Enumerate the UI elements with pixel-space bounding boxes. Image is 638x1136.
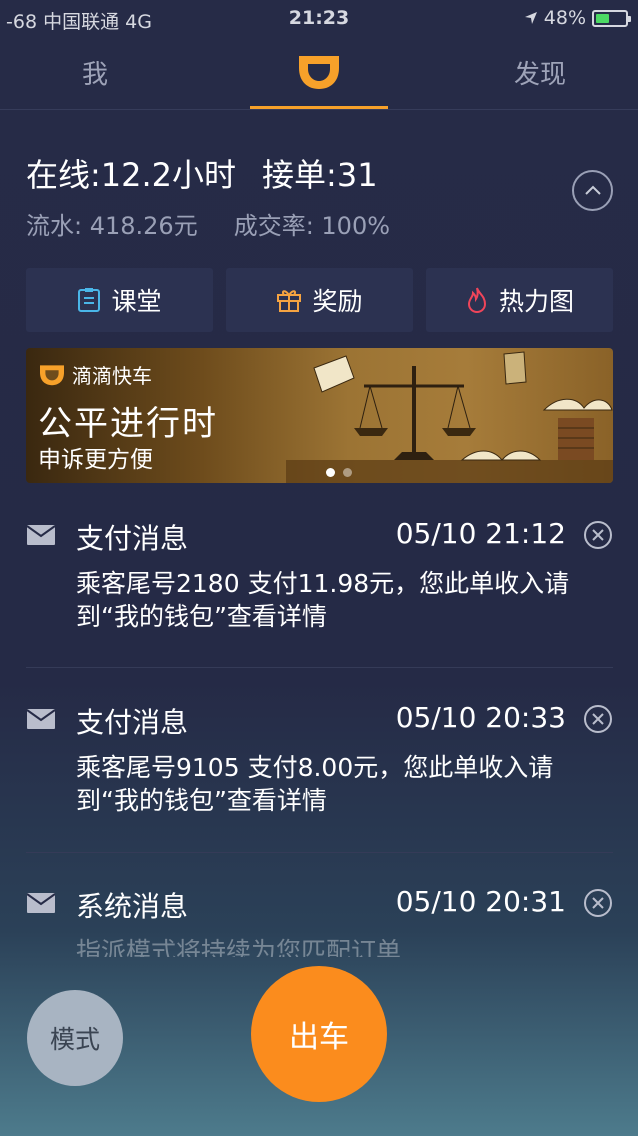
banner-pagination [326, 468, 352, 477]
collapse-button[interactable] [572, 170, 613, 211]
tab-me[interactable]: 我 [82, 54, 108, 91]
pagination-dot [326, 468, 335, 477]
classroom-label: 课堂 [111, 287, 162, 316]
message-item[interactable]: 支付消息 05/10 21:12 乘客尾号2180 支付11.98元，您此单收入… [0, 517, 638, 637]
dismiss-button[interactable] [584, 889, 612, 917]
flame-icon [467, 287, 486, 314]
clipboard-icon [78, 288, 101, 312]
mail-icon [27, 893, 55, 913]
dismiss-button[interactable] [584, 705, 612, 733]
message-title: 系统消息 [76, 890, 189, 923]
didi-logo-icon [40, 364, 64, 385]
message-divider [26, 852, 613, 853]
rewards-button[interactable]: 奖励 [226, 268, 413, 332]
mode-button[interactable]: 模式 [27, 990, 123, 1086]
tabs-divider [0, 109, 638, 110]
heatmap-label: 热力图 [498, 287, 574, 316]
message-body: 乘客尾号2180 支付11.98元，您此单收入请到“我的钱包”查看详情 [76, 569, 570, 631]
status-right: 48% [524, 7, 631, 29]
gift-icon [277, 290, 302, 312]
close-icon [592, 529, 604, 541]
message-item[interactable]: 系统消息 05/10 20:31 指派模式将持续为您匹配订单 [0, 885, 638, 965]
promo-banner[interactable]: 滴滴快车 公平进行时 申诉更方便 [26, 348, 613, 483]
quick-actions: 课堂 奖励 热力图 [26, 268, 613, 332]
banner-subline: 申诉更方便 [38, 447, 153, 473]
stats-secondary: 流水: 418.26元 成交率: 100% [26, 206, 390, 241]
classroom-button[interactable]: 课堂 [26, 268, 213, 332]
mail-icon [27, 709, 55, 729]
close-icon [592, 897, 604, 909]
top-tabs: 我 发现 [0, 40, 638, 110]
dismiss-button[interactable] [584, 521, 612, 549]
close-icon [592, 713, 604, 725]
battery-icon [592, 9, 631, 27]
mail-icon [27, 525, 55, 545]
chevron-up-icon [585, 185, 601, 195]
heatmap-button[interactable]: 热力图 [426, 268, 613, 332]
driver-stats: 在线:12.2小时 接单:31 流水: 418.26元 成交率: 100% [26, 150, 390, 241]
message-time: 05/10 20:33 [395, 701, 566, 734]
online-hours: 在线:12.2小时 [26, 156, 237, 194]
stats-primary: 在线:12.2小时 接单:31 [26, 150, 390, 196]
completion-rate: 成交率: 100% [233, 212, 391, 240]
tab-home[interactable] [250, 40, 388, 110]
message-body: 指派模式将持续为您匹配订单 [76, 937, 402, 957]
battery-percent: 48% [543, 7, 586, 29]
message-time: 05/10 21:12 [395, 517, 566, 550]
message-title: 支付消息 [76, 706, 189, 739]
orders-count: 接单:31 [262, 156, 378, 194]
didi-logo-icon [299, 56, 339, 89]
pagination-dot [343, 468, 352, 477]
message-body: 乘客尾号9105 支付8.00元，您此单收入请到“我的钱包”查看详情 [76, 753, 554, 815]
status-bar: -68 中国联通 4G 21:23 48% [0, 0, 638, 36]
message-divider [26, 667, 613, 668]
message-item[interactable]: 支付消息 05/10 20:33 乘客尾号9105 支付8.00元，您此单收入请… [0, 701, 638, 821]
tab-discover[interactable]: 发现 [514, 54, 566, 91]
banner-brand-label: 滴滴快车 [72, 364, 152, 388]
banner-brand: 滴滴快车 [38, 360, 152, 389]
go-online-button[interactable]: 出车 [251, 966, 387, 1102]
banner-headline: 公平进行时 [38, 404, 218, 444]
scales-illustration [286, 351, 613, 483]
message-title: 支付消息 [76, 522, 189, 555]
rewards-label: 奖励 [312, 287, 363, 316]
flow-amount: 流水: 418.26元 [26, 212, 198, 240]
message-time: 05/10 20:31 [395, 885, 566, 918]
location-arrow-icon [524, 12, 537, 24]
